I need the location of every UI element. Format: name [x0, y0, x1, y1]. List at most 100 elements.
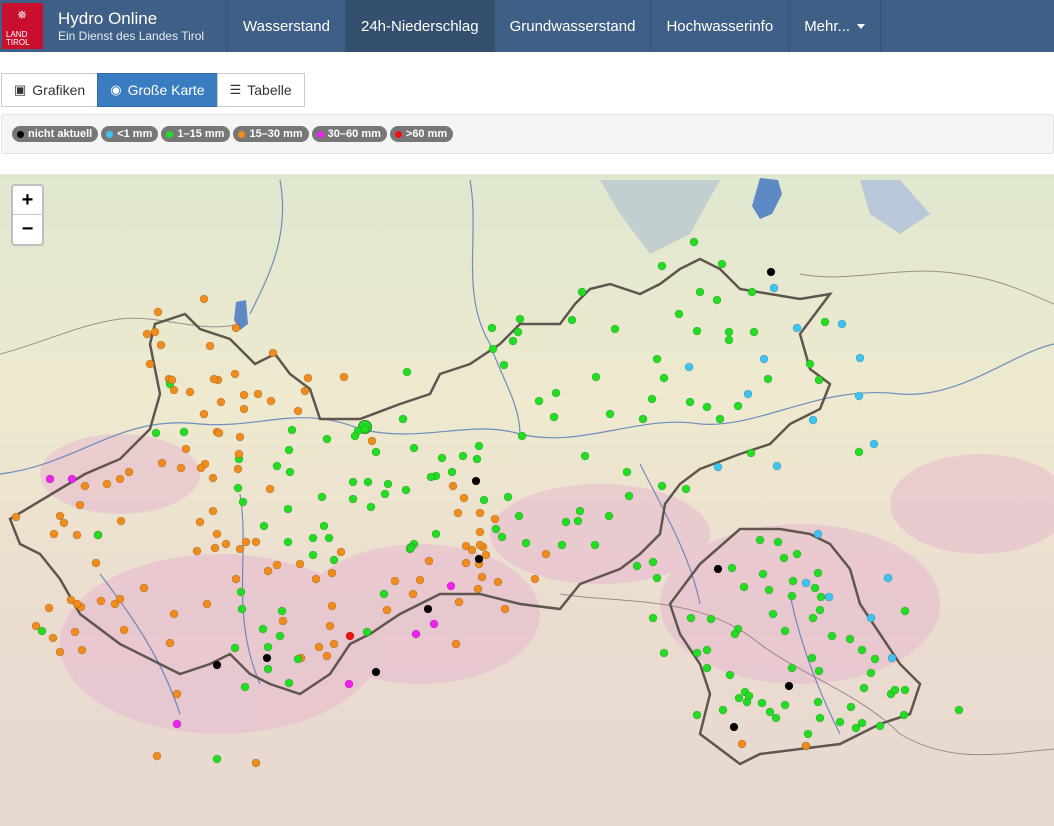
station-marker[interactable]: [474, 441, 484, 451]
station-marker[interactable]: [239, 390, 249, 400]
station-marker[interactable]: [287, 425, 297, 435]
station-marker[interactable]: [345, 631, 355, 641]
station-marker[interactable]: [72, 599, 82, 609]
station-marker[interactable]: [712, 295, 722, 305]
station-marker[interactable]: [424, 556, 434, 566]
station-marker[interactable]: [230, 643, 240, 653]
station-marker[interactable]: [803, 729, 813, 739]
station-marker[interactable]: [820, 317, 830, 327]
station-marker[interactable]: [866, 613, 876, 623]
nav-grundwasserstand[interactable]: Grundwasserstand: [493, 0, 651, 52]
station-marker[interactable]: [390, 576, 400, 586]
station-marker[interactable]: [233, 464, 243, 474]
station-marker[interactable]: [746, 448, 756, 458]
station-marker[interactable]: [55, 647, 65, 657]
station-marker[interactable]: [739, 582, 749, 592]
station-marker[interactable]: [263, 642, 273, 652]
station-marker[interactable]: [859, 683, 869, 693]
station-marker[interactable]: [216, 397, 226, 407]
station-marker[interactable]: [172, 719, 182, 729]
station-marker[interactable]: [674, 309, 684, 319]
station-marker[interactable]: [561, 517, 571, 527]
station-marker[interactable]: [115, 474, 125, 484]
station-marker[interactable]: [461, 558, 471, 568]
station-marker[interactable]: [887, 653, 897, 663]
station-marker[interactable]: [75, 500, 85, 510]
station-marker[interactable]: [686, 613, 696, 623]
station-marker[interactable]: [205, 341, 215, 351]
station-marker[interactable]: [142, 329, 152, 339]
station-marker[interactable]: [648, 557, 658, 567]
station-marker[interactable]: [458, 451, 468, 461]
station-marker[interactable]: [681, 484, 691, 494]
station-marker[interactable]: [808, 613, 818, 623]
station-marker[interactable]: [327, 568, 337, 578]
station-marker[interactable]: [284, 678, 294, 688]
station-marker[interactable]: [209, 374, 219, 384]
station-marker[interactable]: [262, 653, 272, 663]
station-marker[interactable]: [657, 481, 667, 491]
station-marker[interactable]: [293, 654, 303, 664]
station-marker[interactable]: [706, 614, 716, 624]
zoom-in-button[interactable]: +: [13, 186, 42, 215]
station-marker[interactable]: [764, 585, 774, 595]
station-marker[interactable]: [447, 467, 457, 477]
station-marker[interactable]: [212, 529, 222, 539]
station-marker[interactable]: [195, 517, 205, 527]
station-marker[interactable]: [151, 428, 161, 438]
station-marker[interactable]: [453, 508, 463, 518]
station-marker[interactable]: [801, 578, 811, 588]
station-marker[interactable]: [481, 550, 491, 560]
station-marker[interactable]: [810, 583, 820, 593]
station-marker[interactable]: [648, 613, 658, 623]
station-marker[interactable]: [415, 575, 425, 585]
station-marker[interactable]: [202, 599, 212, 609]
station-marker[interactable]: [235, 544, 245, 554]
station-marker[interactable]: [80, 481, 90, 491]
station-marker[interactable]: [272, 461, 282, 471]
station-marker[interactable]: [814, 375, 824, 385]
station-marker[interactable]: [429, 619, 439, 629]
station-marker[interactable]: [487, 323, 497, 333]
legend-1-15mm[interactable]: 1–15 mm: [161, 126, 231, 142]
station-marker[interactable]: [765, 707, 775, 717]
station-marker[interactable]: [336, 547, 346, 557]
station-marker[interactable]: [497, 532, 507, 542]
station-marker[interactable]: [702, 402, 712, 412]
station-marker[interactable]: [624, 491, 634, 501]
station-marker[interactable]: [311, 574, 321, 584]
station-marker[interactable]: [899, 710, 909, 720]
station-marker[interactable]: [622, 467, 632, 477]
station-marker[interactable]: [93, 530, 103, 540]
station-marker[interactable]: [490, 514, 500, 524]
station-marker[interactable]: [632, 561, 642, 571]
station-marker[interactable]: [322, 434, 332, 444]
station-marker[interactable]: [475, 508, 485, 518]
station-marker[interactable]: [116, 516, 126, 526]
station-marker[interactable]: [521, 538, 531, 548]
station-marker[interactable]: [814, 666, 824, 676]
station-marker[interactable]: [268, 348, 278, 358]
station-marker[interactable]: [325, 621, 335, 631]
station-marker[interactable]: [324, 533, 334, 543]
station-marker[interactable]: [172, 689, 182, 699]
station-marker[interactable]: [437, 453, 447, 463]
station-marker[interactable]: [567, 315, 577, 325]
station-marker[interactable]: [805, 359, 815, 369]
legend-30-60mm[interactable]: 30–60 mm: [311, 126, 387, 142]
station-marker[interactable]: [659, 648, 669, 658]
station-marker[interactable]: [779, 553, 789, 563]
station-marker[interactable]: [766, 267, 776, 277]
station-marker[interactable]: [251, 537, 261, 547]
station-marker[interactable]: [813, 568, 823, 578]
station-marker[interactable]: [451, 639, 461, 649]
station-marker[interactable]: [329, 555, 339, 565]
station-marker[interactable]: [401, 485, 411, 495]
station-marker[interactable]: [314, 642, 324, 652]
station-marker[interactable]: [231, 323, 241, 333]
station-marker[interactable]: [231, 574, 241, 584]
station-marker[interactable]: [110, 599, 120, 609]
station-marker[interactable]: [266, 396, 276, 406]
station-marker[interactable]: [70, 627, 80, 637]
station-marker[interactable]: [363, 477, 373, 487]
